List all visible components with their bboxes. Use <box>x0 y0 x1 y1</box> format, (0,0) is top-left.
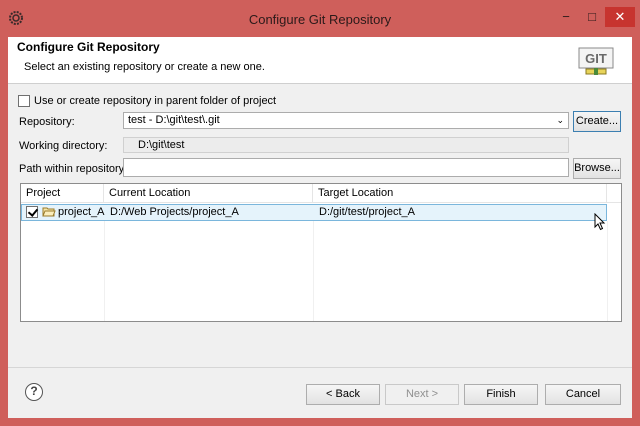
minimize-button[interactable]: − <box>553 7 579 27</box>
path-within-label: Path within repository: <box>19 163 128 175</box>
column-divider <box>313 221 314 321</box>
parent-folder-label: Use or create repository in parent folde… <box>34 95 277 107</box>
column-divider <box>607 221 608 321</box>
repository-select[interactable]: test - D:\git\test\.git ⌄ <box>123 112 569 129</box>
current-location: D:/Web Projects/project_A <box>110 206 239 218</box>
window-title: Configure Git Repository <box>248 12 392 27</box>
working-directory-field: D:\git\test <box>123 137 569 153</box>
footer-separator <box>8 367 632 368</box>
close-button[interactable]: ✕ <box>605 7 635 27</box>
banner-subtitle: Select an existing repository or create … <box>24 61 265 73</box>
parent-folder-option[interactable]: Use or create repository in parent folde… <box>18 94 276 108</box>
next-button: Next > <box>385 384 459 405</box>
mouse-cursor-icon <box>594 213 606 231</box>
chevron-down-icon[interactable]: ⌄ <box>556 113 564 128</box>
dialog-body: Configure Git Repository Select an exist… <box>8 37 632 418</box>
table-row[interactable]: project_A D:/Web Projects/project_A D:/g… <box>21 204 607 221</box>
repository-label: Repository: <box>19 116 75 128</box>
project-name: project_A <box>58 206 105 218</box>
working-directory-label: Working directory: <box>19 140 108 152</box>
browse-button[interactable]: Browse... <box>573 158 621 179</box>
create-button[interactable]: Create... <box>573 111 621 132</box>
column-current-location[interactable]: Current Location <box>104 184 313 203</box>
finish-button[interactable]: Finish <box>464 384 538 405</box>
banner-title: Configure Git Repository <box>17 40 160 54</box>
column-project[interactable]: Project <box>21 184 104 203</box>
projects-table: Project Current Location Target Location… <box>20 183 622 322</box>
target-location: D:/git/test/project_A <box>319 206 415 218</box>
cancel-button[interactable]: Cancel <box>545 384 621 405</box>
title-bar[interactable]: Configure Git Repository − □ ✕ <box>0 0 640 37</box>
column-target-location[interactable]: Target Location <box>313 184 607 203</box>
row-checkbox[interactable] <box>26 206 38 218</box>
folder-icon <box>42 207 56 217</box>
git-logo-text: GIT <box>585 51 607 66</box>
dialog-window: Configure Git Repository − □ ✕ Configure… <box>0 0 640 426</box>
path-within-input[interactable] <box>123 158 569 177</box>
table-header: Project Current Location Target Location <box>21 184 621 203</box>
help-icon[interactable]: ? <box>25 383 43 401</box>
back-button[interactable]: < Back <box>306 384 380 405</box>
header-banner: Configure Git Repository Select an exist… <box>8 37 632 84</box>
parent-folder-checkbox[interactable] <box>18 95 30 107</box>
column-divider <box>104 221 105 321</box>
repository-value: test - D:\git\test\.git <box>128 114 220 126</box>
git-logo-icon: GIT <box>578 47 614 75</box>
maximize-button[interactable]: □ <box>579 7 605 27</box>
